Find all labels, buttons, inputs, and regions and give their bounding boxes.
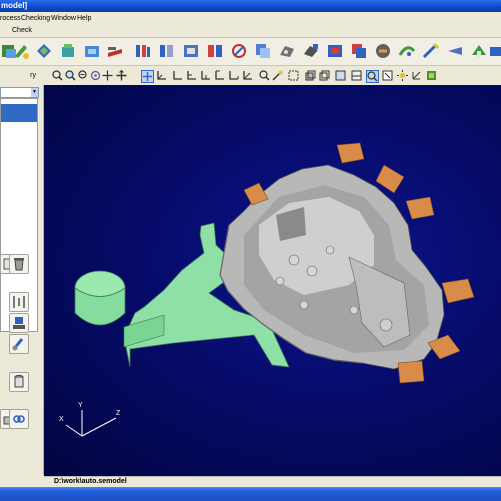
probe-icon[interactable] — [272, 70, 283, 81]
main-toolbar — [0, 38, 501, 66]
select-icon[interactable] — [141, 70, 154, 83]
view-iso-icon[interactable] — [242, 70, 253, 81]
animate-tool-icon[interactable] — [373, 41, 393, 61]
view-front-icon[interactable] — [156, 70, 167, 81]
window-title-bar[interactable]: model] — [0, 0, 501, 12]
fill-tool-icon[interactable] — [58, 41, 78, 61]
window-title: model] — [1, 1, 28, 10]
3d-viewport[interactable]: X Y Z — [44, 85, 501, 476]
runner-tool-icon[interactable] — [157, 41, 177, 61]
boss-6 — [299, 300, 309, 310]
zoom-in-icon[interactable] — [52, 70, 63, 81]
zoom-fit-icon[interactable] — [78, 70, 89, 81]
view-left-icon[interactable] — [186, 70, 197, 81]
chevron-down-icon[interactable]: ▼ — [31, 88, 38, 97]
boss-5 — [379, 318, 393, 332]
overflow-7 — [397, 360, 425, 384]
select-box-icon[interactable] — [288, 70, 299, 81]
wireframe-icon[interactable] — [319, 70, 330, 81]
side-panel-tab-label: ry — [30, 72, 36, 79]
overflow-2 — [375, 164, 405, 194]
tree-selected-item[interactable] — [1, 104, 37, 122]
section-tool-icon[interactable] — [469, 41, 489, 61]
menu-window[interactable]: Window — [51, 13, 76, 24]
more-tool-icon[interactable] — [487, 41, 501, 61]
axis-z-label: Z — [116, 410, 121, 417]
view-back-icon[interactable] — [172, 70, 183, 81]
clip-icon[interactable] — [366, 70, 379, 83]
simulate-tool-icon[interactable] — [301, 41, 321, 61]
boss-7 — [349, 305, 359, 315]
cooling-tool-icon[interactable] — [229, 41, 249, 61]
stress-tool-icon[interactable] — [105, 41, 125, 61]
light-icon[interactable] — [397, 70, 408, 81]
move-icon[interactable] — [116, 69, 127, 81]
axis-x-label: X — [59, 416, 64, 423]
check-button[interactable]: Check — [12, 26, 32, 36]
layer-tool-icon[interactable] — [349, 41, 369, 61]
axis-triad — [65, 410, 117, 437]
object-combo[interactable]: ▼ — [0, 87, 39, 98]
side-panel-tab[interactable]: ry — [0, 70, 44, 82]
rotate-icon[interactable] — [90, 70, 101, 81]
boss-3 — [275, 276, 285, 286]
axis-icon[interactable] — [411, 70, 422, 81]
cast-tool-icon[interactable] — [277, 41, 297, 61]
check-toolbar: Check — [0, 25, 501, 38]
zoom-window-icon[interactable] — [65, 70, 76, 81]
view-right-icon[interactable] — [200, 70, 211, 81]
brush-button[interactable] — [9, 334, 29, 354]
menu-process[interactable]: rocess — [0, 13, 21, 24]
model-scene[interactable]: X Y Z — [44, 85, 501, 476]
transparent-icon[interactable] — [335, 70, 346, 81]
gate-tool-icon[interactable] — [133, 41, 153, 61]
view-bottom-icon[interactable] — [228, 70, 239, 81]
zoom-region-icon[interactable] — [382, 70, 393, 81]
boss-4 — [325, 245, 335, 255]
pan-icon[interactable] — [102, 70, 113, 81]
view-top-icon[interactable] — [214, 70, 225, 81]
curve-tool-icon[interactable] — [397, 41, 417, 61]
measure-icon[interactable] — [259, 70, 270, 81]
boss-2 — [306, 265, 318, 277]
copy-tool-icon[interactable] — [253, 41, 273, 61]
stamp-button[interactable] — [9, 313, 29, 333]
status-path: D:\work\auto.semodel — [54, 478, 127, 485]
windows-taskbar[interactable] — [0, 487, 501, 501]
boss-1 — [288, 254, 300, 266]
align-button[interactable] — [9, 292, 29, 312]
shade-icon[interactable] — [305, 70, 316, 81]
mesh-tool-icon[interactable] — [34, 41, 54, 61]
overflow-tool-icon[interactable] — [181, 41, 201, 61]
link-button[interactable] — [9, 409, 29, 429]
overflow-5 — [441, 278, 475, 304]
pen-tool-icon[interactable] — [12, 41, 32, 61]
menu-checking[interactable]: Checking — [21, 13, 50, 24]
overflow-1 — [336, 142, 365, 164]
menu-help[interactable]: Help — [77, 13, 91, 24]
axis-y-label: Y — [78, 402, 83, 409]
cylinder-button[interactable] — [9, 372, 29, 392]
solidify-tool-icon[interactable] — [82, 41, 102, 61]
menu-bar: rocess Checking Window Help — [0, 12, 501, 25]
plane-tool-icon[interactable] — [445, 41, 465, 61]
hidden-line-icon[interactable] — [351, 70, 362, 81]
delete-button[interactable] — [9, 254, 29, 274]
result-tool-icon[interactable] — [325, 41, 345, 61]
overflow-3 — [405, 196, 435, 220]
vent-tool-icon[interactable] — [205, 41, 225, 61]
left-panel: ▼ — [0, 85, 44, 475]
wizard-tool-icon[interactable] — [421, 41, 441, 61]
view-toolbar — [0, 66, 501, 86]
render-icon[interactable] — [426, 70, 437, 81]
